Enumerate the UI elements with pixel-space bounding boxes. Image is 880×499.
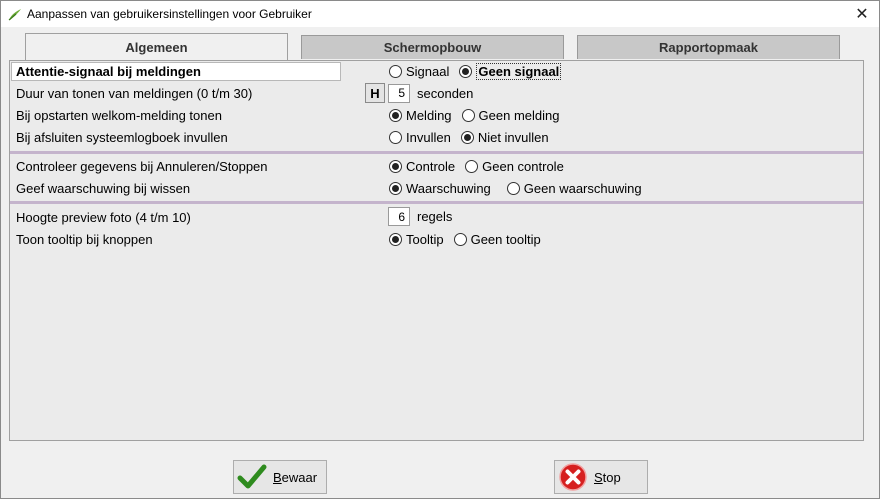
radio-label: Geen waarschuwing: [523, 181, 642, 196]
radio-label: Waarschuwing: [406, 181, 491, 196]
radio-circle: [389, 131, 402, 144]
preview-input-group: 6 regels: [388, 207, 452, 226]
setting-label-wissen: Geef waarschuwing bij wissen: [16, 180, 191, 196]
radio-circle-selected: [389, 233, 402, 246]
close-button[interactable]: ✕: [845, 1, 879, 27]
radio-group-welkom: Melding Geen melding: [389, 108, 569, 123]
radio-label: Niet invullen: [477, 130, 549, 145]
stop-x-icon: [559, 463, 587, 491]
stop-button-label: Stop: [594, 470, 621, 485]
setting-label-welkom: Bij opstarten welkom-melding tonen: [16, 107, 222, 123]
save-button-label: Bewaar: [273, 470, 317, 485]
radio-label: Geen signaal: [476, 63, 562, 80]
setting-row-attentie: Attentie-signaal bij meldingen Signaal G…: [10, 61, 863, 81]
radio-label: Signaal: [406, 64, 450, 79]
radio-melding[interactable]: Melding: [389, 108, 452, 123]
radio-label: Tooltip: [406, 232, 444, 247]
stop-label-rest: top: [602, 469, 621, 485]
preview-height-input[interactable]: 6: [388, 207, 410, 226]
tab-algemeen[interactable]: Algemeen: [25, 33, 288, 60]
stop-button[interactable]: Stop: [554, 460, 648, 494]
radio-label: Geen controle: [482, 159, 564, 174]
radio-circle-selected: [389, 160, 402, 173]
radio-label: Melding: [406, 108, 452, 123]
setting-label-preview: Hoogte preview foto (4 t/m 10): [16, 209, 191, 225]
h-button[interactable]: H: [365, 83, 385, 103]
radio-circle: [506, 182, 520, 195]
duration-unit: seconden: [417, 85, 474, 101]
radio-geen-melding[interactable]: Geen melding: [461, 108, 560, 123]
radio-circle: [389, 65, 402, 78]
setting-row-duur: Duur van tonen van meldingen (0 t/m 30) …: [10, 83, 863, 103]
radio-waarschuwing[interactable]: Waarschuwing: [389, 181, 491, 196]
section-separator: [10, 201, 863, 204]
radio-invullen[interactable]: Invullen: [389, 130, 451, 145]
preview-unit: regels: [417, 209, 453, 224]
radio-label: Geen tooltip: [470, 232, 541, 247]
radio-label: Controle: [406, 159, 456, 174]
duration-input-group: H 5 seconden: [365, 83, 473, 103]
section-separator: [10, 151, 863, 154]
radio-circle-selected: [389, 182, 402, 195]
setting-row-wissen: Geef waarschuwing bij wissen Waarschuwin…: [10, 178, 863, 198]
save-button[interactable]: Bewaar: [233, 460, 327, 494]
save-accel-letter: B: [273, 469, 282, 485]
radio-niet-invullen[interactable]: Niet invullen: [460, 130, 549, 145]
radio-circle: [465, 160, 479, 173]
stop-accel-letter: S: [594, 469, 603, 485]
radio-circle-selected: [389, 109, 402, 122]
radio-circle-selected: [459, 65, 473, 78]
setting-label-logboek: Bij afsluiten systeemlogboek invullen: [16, 129, 228, 145]
setting-row-controle: Controleer gegevens bij Annuleren/Stoppe…: [10, 156, 863, 176]
settings-panel: Attentie-signaal bij meldingen Signaal G…: [9, 60, 864, 441]
checkmark-icon: [237, 464, 267, 489]
radio-tooltip[interactable]: Tooltip: [389, 232, 444, 247]
radio-geen-signaal[interactable]: Geen signaal: [459, 63, 562, 80]
radio-circle: [453, 233, 467, 246]
title-bar: Aanpassen van gebruikersinstellingen voo…: [1, 1, 879, 27]
radio-label: Invullen: [406, 130, 451, 145]
radio-group-tooltip: Tooltip Geen tooltip: [389, 232, 551, 247]
radio-circle-selected: [460, 131, 474, 144]
radio-geen-controle[interactable]: Geen controle: [465, 159, 564, 174]
radio-signaal[interactable]: Signaal: [389, 64, 449, 79]
setting-row-logboek: Bij afsluiten systeemlogboek invullen In…: [10, 127, 863, 147]
save-label-rest: ewaar: [281, 469, 318, 485]
setting-label-attentie: Attentie-signaal bij meldingen: [11, 62, 341, 81]
radio-geen-tooltip[interactable]: Geen tooltip: [453, 232, 541, 247]
setting-label-tooltip: Toon tooltip bij knoppen: [16, 231, 153, 247]
setting-row-preview: Hoogte preview foto (4 t/m 10) 6 regels: [10, 207, 863, 227]
tab-label: Rapportopmaak: [659, 40, 758, 55]
radio-label: Geen melding: [478, 108, 560, 123]
setting-label-duur: Duur van tonen van meldingen (0 t/m 30): [16, 85, 253, 101]
duration-input[interactable]: 5: [388, 83, 410, 103]
setting-label-controle: Controleer gegevens bij Annuleren/Stoppe…: [16, 158, 268, 174]
setting-row-tooltip: Toon tooltip bij knoppen Tooltip Geen to…: [10, 229, 863, 249]
radio-group-wissen: Waarschuwing Geen waarschuwing: [389, 181, 652, 196]
radio-controle[interactable]: Controle: [389, 159, 455, 174]
window-title: Aanpassen van gebruikersinstellingen voo…: [27, 7, 312, 21]
setting-row-welkom: Bij opstarten welkom-melding tonen Meldi…: [10, 105, 863, 125]
tab-label: Schermopbouw: [383, 40, 482, 55]
radio-geen-waarschuwing[interactable]: Geen waarschuwing: [506, 181, 642, 196]
settings-dialog: Aanpassen van gebruikersinstellingen voo…: [0, 0, 880, 499]
tab-rapportopmaak[interactable]: Rapportopmaak: [577, 35, 840, 59]
radio-group-controle: Controle Geen controle: [389, 159, 574, 174]
radio-group-logboek: Invullen Niet invullen: [389, 130, 559, 145]
radio-group-attentie: Signaal Geen signaal: [389, 63, 571, 80]
tab-label: Algemeen: [125, 39, 188, 55]
tab-schermopbouw[interactable]: Schermopbouw: [301, 35, 564, 59]
app-leaf-icon: [8, 9, 21, 21]
radio-circle: [461, 109, 475, 122]
